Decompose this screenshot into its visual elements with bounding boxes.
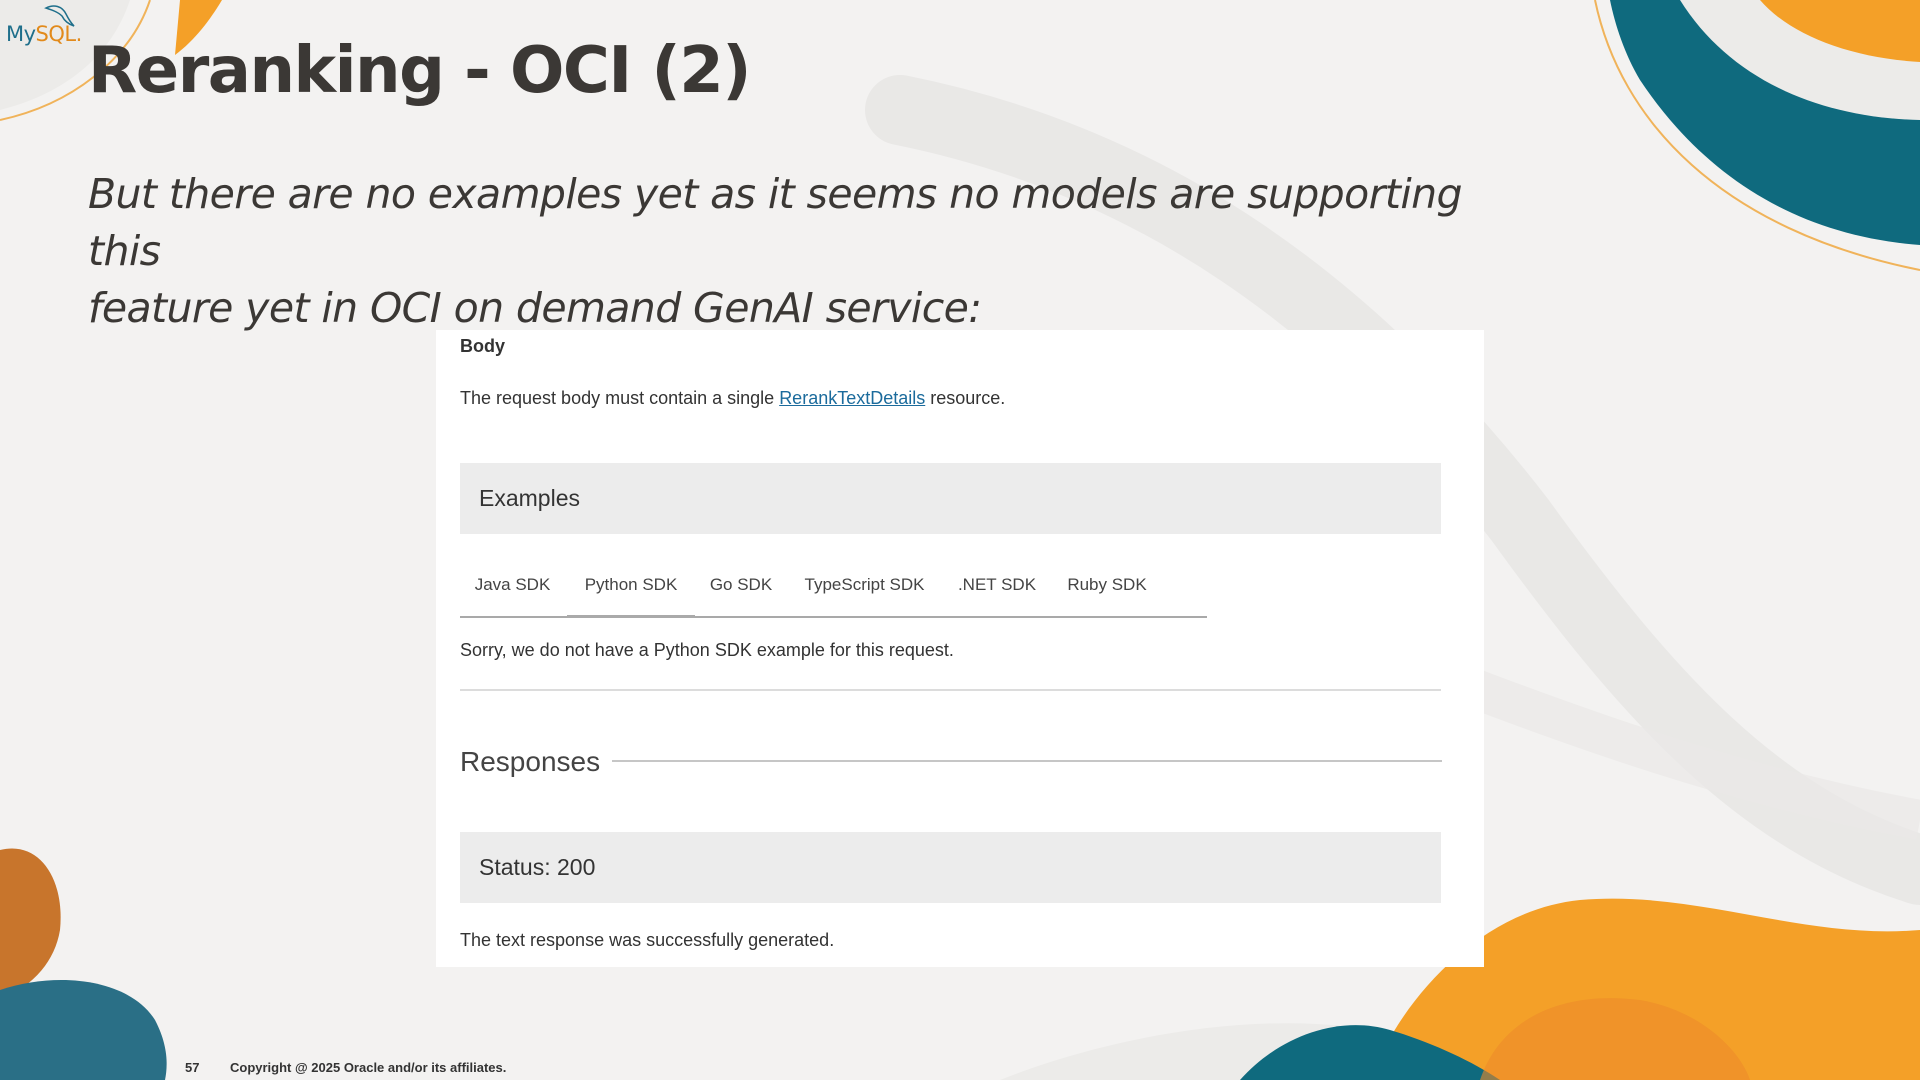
no-example-message: Sorry, we do not have a Python SDK examp…: [460, 640, 954, 660]
status-section-header[interactable]: Status: 200: [460, 832, 1441, 903]
tab-go-sdk[interactable]: Go SDK: [695, 570, 787, 616]
body-text-after: resource.: [925, 388, 1006, 408]
page-number: 57: [185, 1060, 200, 1075]
logo-text-suffix: .: [75, 22, 83, 46]
tab-typescript-sdk[interactable]: TypeScript SDK: [787, 570, 942, 616]
logo-text-my: My: [6, 22, 36, 46]
body-description: The request body must contain a single R…: [460, 388, 1005, 409]
sdk-tab-bar: Java SDK Python SDK Go SDK TypeScript SD…: [460, 570, 1207, 618]
slide-subtitle: But there are no examples yet as it seem…: [88, 166, 1508, 337]
responses-heading: Responses: [460, 746, 601, 777]
examples-section-header[interactable]: Examples: [460, 463, 1441, 534]
responses-divider: [612, 760, 1442, 762]
examples-heading: Examples: [479, 485, 580, 511]
dolphin-icon: [44, 5, 75, 27]
body-heading: Body: [460, 336, 505, 356]
status-description: The text response was successfully gener…: [460, 930, 835, 950]
rerank-text-details-link[interactable]: RerankTextDetails: [779, 388, 925, 408]
status-heading: Status: 200: [479, 854, 596, 880]
subtitle-line-2: feature yet in OCI on demand GenAI servi…: [88, 284, 982, 332]
copyright-text: Copyright @ 2025 Oracle and/or its affil…: [230, 1060, 507, 1075]
api-doc-screenshot: Body The request body must contain a sin…: [436, 330, 1484, 967]
body-text-before: The request body must contain a single: [460, 388, 780, 408]
subtitle-line-1: But there are no examples yet as it seem…: [88, 170, 1463, 275]
tab-java-sdk[interactable]: Java SDK: [460, 570, 565, 616]
tab-python-sdk[interactable]: Python SDK: [567, 570, 695, 618]
tab-ruby-sdk[interactable]: Ruby SDK: [1052, 570, 1162, 616]
tab-dotnet-sdk[interactable]: .NET SDK: [942, 570, 1052, 616]
divider: [460, 689, 1441, 691]
page-title: Reranking - OCI (2): [88, 34, 752, 108]
